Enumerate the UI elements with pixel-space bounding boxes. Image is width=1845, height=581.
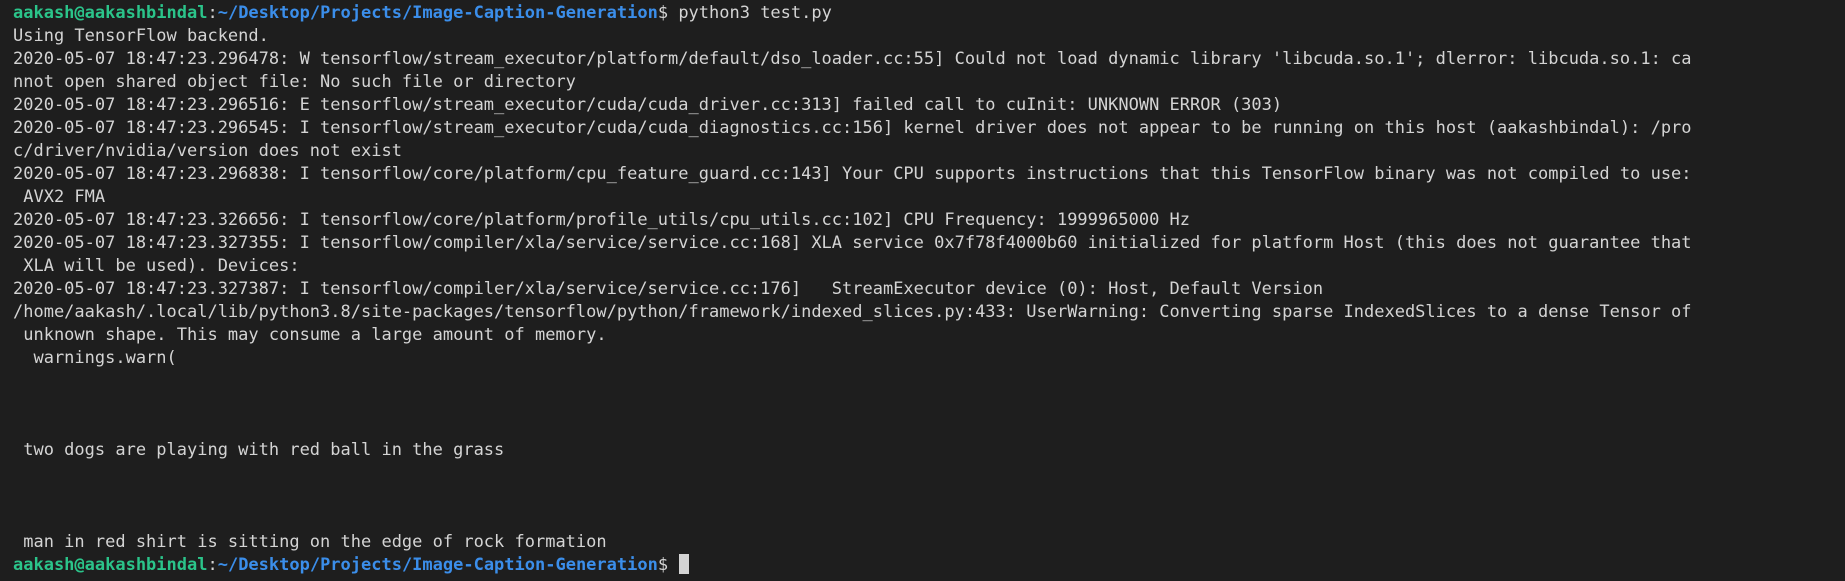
output-line: Using TensorFlow backend. — [13, 26, 269, 46]
output-line: 2020-05-07 18:47:23.296838: I tensorflow… — [13, 164, 1692, 184]
output-line: 2020-05-07 18:47:23.327387: I tensorflow… — [13, 279, 1324, 299]
output-line: 2020-05-07 18:47:23.296516: E tensorflow… — [13, 95, 1283, 115]
output-line: XLA will be used). Devices: — [13, 256, 300, 276]
prompt-user-host: aakash@aakashbindal — [13, 3, 208, 23]
output-line: /home/aakash/.local/lib/python3.8/site-p… — [13, 302, 1692, 322]
prompt-separator: : — [207, 3, 218, 23]
command-prompt-line: aakash@aakashbindal:~/Desktop/Projects/I… — [13, 2, 1845, 25]
caption-output-line: man in red shirt is sitting on the edge … — [13, 532, 607, 552]
prompt-separator: : — [207, 555, 218, 575]
caption-output-line: two dogs are playing with red ball in th… — [13, 440, 505, 460]
output-line: warnings.warn( — [13, 348, 177, 368]
output-line: 2020-05-07 18:47:23.327355: I tensorflow… — [13, 233, 1692, 253]
command-text: python3 test.py — [678, 3, 832, 23]
output-line: c/driver/nvidia/version does not exist — [13, 141, 402, 161]
prompt-user-host: aakash@aakashbindal — [13, 555, 208, 575]
prompt-path: ~/Desktop/Projects/Image-Caption-Generat… — [217, 555, 658, 575]
cursor-block[interactable] — [679, 554, 690, 574]
output-line: 2020-05-07 18:47:23.296478: W tensorflow… — [13, 49, 1692, 69]
output-line: nnot open shared object file: No such fi… — [13, 72, 576, 92]
current-prompt-line[interactable]: aakash@aakashbindal:~/Desktop/Projects/I… — [13, 554, 1845, 577]
prompt-symbol: $ — [657, 3, 679, 23]
output-line: unknown shape. This may consume a large … — [13, 325, 607, 345]
prompt-path: ~/Desktop/Projects/Image-Caption-Generat… — [217, 3, 658, 23]
output-line: 2020-05-07 18:47:23.326656: I tensorflow… — [13, 210, 1191, 230]
terminal-window[interactable]: aakash@aakashbindal:~/Desktop/Projects/I… — [0, 0, 1845, 581]
output-line: 2020-05-07 18:47:23.296545: I tensorflow… — [13, 118, 1692, 138]
prompt-symbol: $ — [657, 555, 679, 575]
output-line: AVX2 FMA — [13, 187, 106, 207]
